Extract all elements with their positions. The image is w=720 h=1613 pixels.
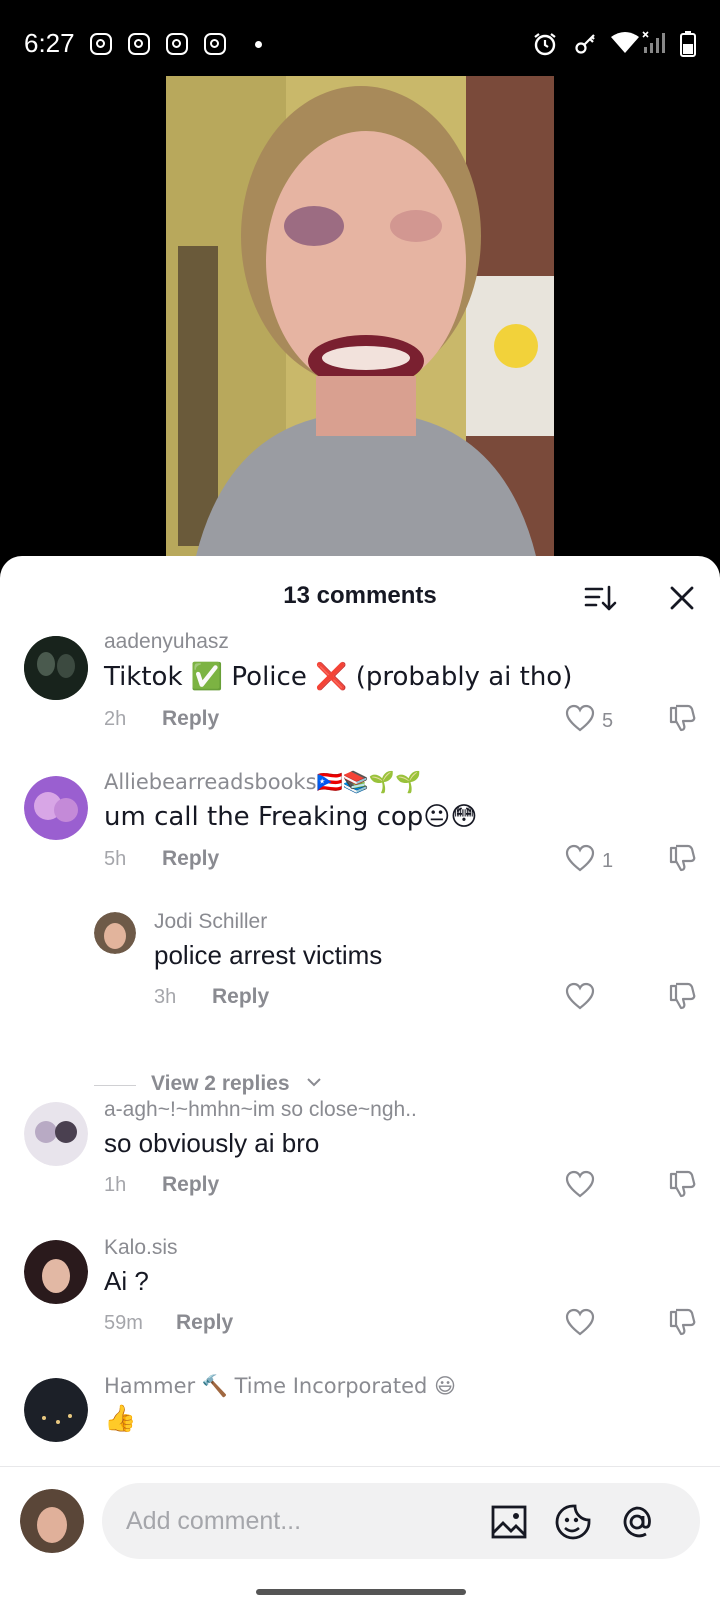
comment-text: Ai ?	[104, 1266, 149, 1296]
more-notifications-dot	[255, 41, 262, 48]
comment-composer	[0, 1466, 720, 1613]
comment-input[interactable]	[126, 1503, 456, 1539]
avatar[interactable]	[24, 1240, 88, 1304]
signal-icon	[642, 31, 665, 53]
avatar-image	[24, 636, 88, 700]
comment-text: so obviously ai bro	[104, 1128, 320, 1158]
comment-item: Hammer 🔨 Time Incorporated 😃 👍	[0, 1370, 720, 1470]
comment-text: um call the Freaking cop😐😳	[104, 802, 478, 832]
key-icon	[575, 34, 595, 54]
chevron-down-icon	[307, 1078, 321, 1087]
avatar[interactable]	[24, 776, 88, 840]
comment-item: a-agh~!~hmhn~im so close~ngh.. so obviou…	[0, 1094, 720, 1224]
reply-button[interactable]: Reply	[212, 985, 269, 1009]
close-icon[interactable]	[664, 580, 700, 616]
heart-icon[interactable]	[565, 982, 595, 1010]
like-count: 1	[602, 850, 614, 872]
comments-sheet: 13 comments aadenyuhasz Tiktok ✅ Police …	[0, 556, 720, 1612]
reply-button[interactable]: Reply	[162, 707, 219, 731]
reply-button[interactable]: Reply	[176, 1311, 233, 1335]
comment-username[interactable]: a-agh~!~hmhn~im so close~ngh..	[104, 1098, 417, 1122]
comment-item: aadenyuhasz Tiktok ✅ Police ❌ (probably …	[0, 626, 720, 756]
my-avatar	[20, 1489, 84, 1553]
comment-text: police arrest victims	[154, 940, 383, 970]
video-player[interactable]	[166, 76, 554, 556]
instagram-icon	[204, 33, 226, 55]
comments-header: 13 comments	[0, 556, 720, 636]
view-replies-label: View 2 replies	[151, 1072, 290, 1095]
avatar[interactable]	[24, 636, 88, 700]
avatar[interactable]	[94, 912, 136, 954]
status-bar: 6:27	[0, 0, 720, 80]
avatar-image	[24, 1378, 88, 1442]
sort-icon[interactable]	[582, 580, 618, 616]
heart-icon[interactable]	[565, 1308, 595, 1336]
avatar-image	[94, 912, 136, 954]
sticker-emoji-icon[interactable]	[554, 1503, 592, 1541]
comment-text: 👍	[104, 1404, 137, 1434]
heart-icon[interactable]	[565, 1170, 595, 1198]
mention-icon[interactable]	[618, 1503, 656, 1541]
reply-button[interactable]: Reply	[162, 1173, 219, 1197]
comment-username[interactable]: aadenyuhasz	[104, 630, 229, 654]
comment-item: Kalo.sis Ai ? 59m Reply	[0, 1232, 720, 1362]
comment-time: 3h	[154, 986, 177, 1008]
reply-button[interactable]: Reply	[162, 847, 219, 871]
heart-icon[interactable]	[565, 704, 595, 732]
comment-time: 1h	[104, 1174, 127, 1196]
home-indicator[interactable]	[256, 1589, 466, 1595]
comment-username[interactable]: Alliebearreadsbooks🇵🇷📚🌱🌱	[104, 770, 421, 795]
instagram-icon	[128, 33, 150, 55]
image-icon[interactable]	[490, 1503, 528, 1541]
dislike-icon[interactable]	[668, 1307, 698, 1337]
alarm-icon	[534, 33, 556, 56]
battery-icon	[680, 31, 696, 57]
divider	[94, 1085, 136, 1086]
comment-username[interactable]: Jodi Schiller	[154, 910, 267, 934]
comment-input-container[interactable]	[102, 1483, 700, 1559]
comment-text: Tiktok ✅ Police ❌ (probably ai tho)	[104, 662, 573, 692]
avatar-image	[24, 776, 88, 840]
like-count: 5	[602, 710, 614, 732]
dislike-icon[interactable]	[668, 703, 698, 733]
heart-icon[interactable]	[565, 844, 595, 872]
comment-time: 5h	[104, 848, 127, 870]
instagram-icon	[90, 33, 112, 55]
comment-time: 2h	[104, 708, 127, 730]
avatar-image	[24, 1102, 88, 1166]
avatar-image	[24, 1240, 88, 1304]
comment-time: 59m	[104, 1312, 143, 1334]
avatar[interactable]	[24, 1378, 88, 1442]
comment-item: Alliebearreadsbooks🇵🇷📚🌱🌱 um call the Fre…	[0, 766, 720, 896]
comment-username[interactable]: Kalo.sis	[104, 1236, 178, 1260]
dislike-icon[interactable]	[668, 843, 698, 873]
comment-username[interactable]: Hammer 🔨 Time Incorporated 😃	[104, 1374, 456, 1399]
avatar[interactable]	[24, 1102, 88, 1166]
reply-item: Jodi Schiller police arrest victims 3h R…	[0, 906, 720, 1036]
instagram-icon	[166, 33, 188, 55]
dislike-icon[interactable]	[668, 1169, 698, 1199]
video-frame-image	[166, 76, 554, 556]
wifi-icon	[611, 32, 639, 53]
dislike-icon[interactable]	[668, 981, 698, 1011]
avatar-image	[20, 1489, 84, 1553]
status-time: 6:27	[24, 28, 75, 58]
